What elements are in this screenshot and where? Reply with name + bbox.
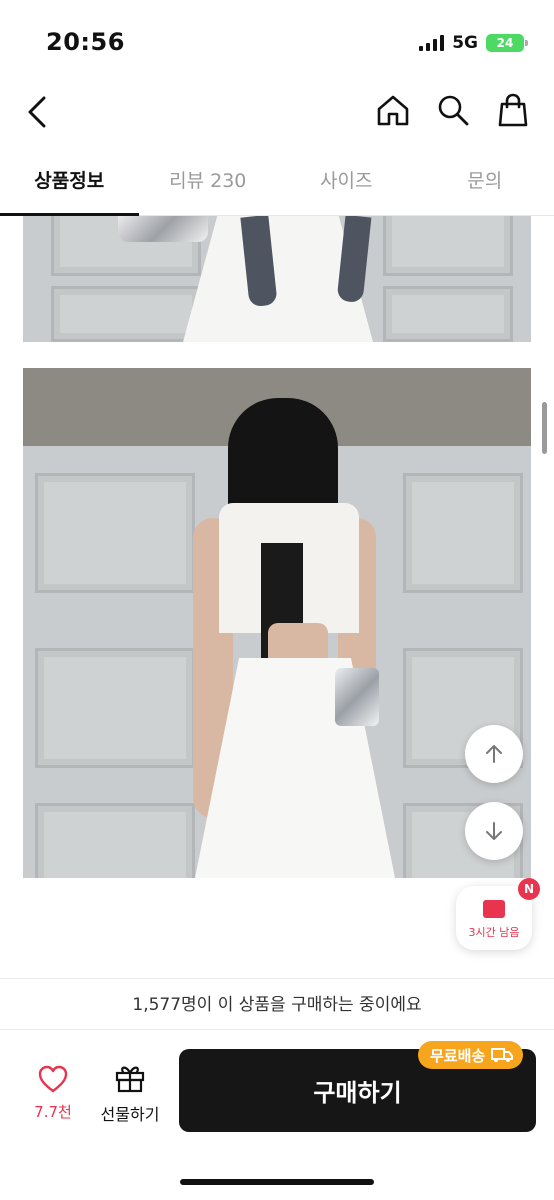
like-button[interactable]: 7.7천 [26,1065,80,1122]
purchase-activity-notice: 1,577명이 이 상품을 구매하는 중이에요 [0,978,554,1030]
home-button[interactable] [374,90,412,130]
battery-icon: 24 [486,34,528,52]
like-count: 7.7천 [34,1103,72,1121]
free-shipping-label: 무료배송 [430,1046,486,1065]
coupon-icon [483,900,505,918]
top-nav [0,84,554,140]
free-shipping-badge: 무료배송 [418,1041,524,1069]
heart-icon [38,1065,68,1093]
coupon-timer: 3시간 남음 [468,926,520,939]
status-indicators: 5G 24 [419,33,528,53]
home-indicator [180,1179,374,1185]
truck-icon [491,1048,514,1062]
cart-button[interactable] [494,90,532,130]
home-icon [377,95,409,126]
bottom-action-bar: 7.7천 선물하기 무료배송 구매하기 [0,1031,554,1200]
chevron-left-icon [28,96,46,128]
battery-level: 24 [496,36,514,50]
signal-icon [419,35,445,51]
network-type: 5G [452,33,478,53]
product-photo [23,216,531,342]
shopping-bag-icon [498,93,528,127]
tab-size[interactable]: 사이즈 [277,150,416,215]
status-time: 20:56 [46,28,125,56]
scroll-bottom-button[interactable] [465,802,523,860]
tab-reviews[interactable]: 리뷰 230 [139,150,278,215]
tab-inquiry[interactable]: 문의 [416,150,554,215]
status-bar: 20:56 5G 24 [0,0,554,84]
coupon-button[interactable]: 3시간 남음 N [456,878,540,950]
gift-icon [115,1066,145,1093]
search-button[interactable] [434,90,472,130]
product-tabs: 상품정보 리뷰 230 사이즈 문의 [0,150,554,216]
scroll-top-button[interactable] [465,725,523,783]
scrollbar[interactable] [542,402,547,454]
arrow-up-icon [486,745,502,763]
arrow-down-icon [486,822,502,840]
back-button[interactable] [22,92,54,132]
gift-button[interactable]: 선물하기 [98,1063,162,1125]
gift-label: 선물하기 [100,1105,160,1124]
new-badge: N [518,878,540,900]
search-icon [438,95,469,126]
product-photo-back-view [23,368,531,878]
tab-product-info[interactable]: 상품정보 [0,150,139,216]
